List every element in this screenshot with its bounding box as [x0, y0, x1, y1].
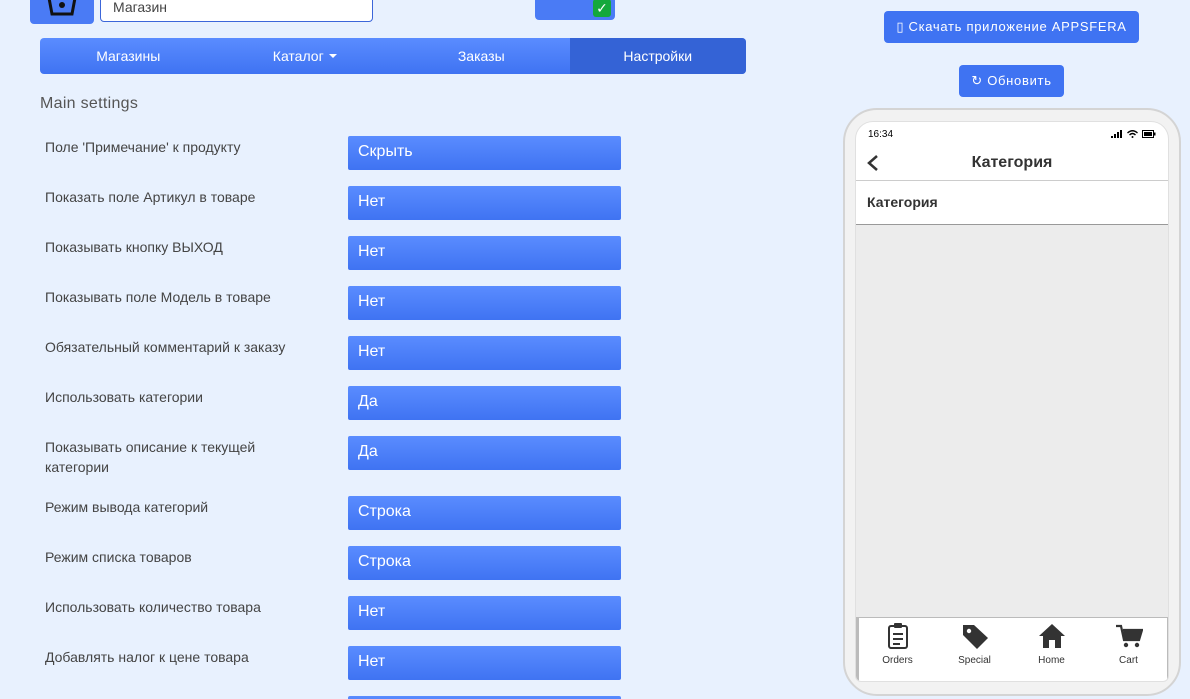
battery-icon	[1142, 130, 1156, 138]
setting-select[interactable]: Нет	[348, 286, 621, 320]
refresh-button[interactable]: ↻ Обновить	[959, 65, 1064, 97]
caret-down-icon	[328, 54, 337, 58]
setting-label: Показывать кнопку ВЫХОД	[45, 239, 223, 255]
settings-row: Показать поле Артикул в товаре Нет	[45, 186, 645, 236]
tab-orders[interactable]: Orders	[859, 618, 936, 681]
setting-label: Поле 'Примечание' к продукту	[45, 139, 241, 155]
main-nav: Магазины Каталог Заказы Настройки	[40, 38, 746, 74]
setting-select[interactable]: Да	[348, 386, 621, 420]
settings-row: Показывать поле Модель в товаре Нет	[45, 286, 645, 336]
settings-row: Поле 'Примечание' к продукту Скрыть	[45, 136, 645, 186]
store-name-input[interactable]	[100, 0, 373, 22]
tab-label: Special	[958, 655, 991, 666]
setting-select[interactable]: Нет	[348, 236, 621, 270]
nav-item-label: Заказы	[457, 48, 505, 64]
nav-item-label: Настройки	[623, 48, 693, 64]
download-app-button[interactable]: ▯ Скачать приложение APPSFERA	[884, 11, 1139, 43]
category-list-item[interactable]: Категория	[856, 180, 1168, 225]
settings-row: Обязательный комментарий к заказу Нет	[45, 336, 645, 386]
tab-special[interactable]: Special	[936, 618, 1013, 681]
basket-icon	[47, 0, 77, 16]
tab-cart[interactable]: Cart	[1090, 618, 1167, 681]
refresh-label: ↻ Обновить	[971, 73, 1052, 88]
setting-select[interactable]: Нет	[348, 596, 621, 630]
nav-item-settings[interactable]: Настройки	[569, 38, 746, 74]
settings-row: Использовать количество товара Нет	[45, 596, 645, 646]
setting-select[interactable]: Нет	[348, 186, 621, 220]
setting-label: Показывать поле Модель в товаре	[45, 289, 271, 305]
nav-item-label: Каталог	[272, 48, 324, 64]
setting-label: Обязательный комментарий к заказу	[45, 339, 286, 355]
settings-row: Режим списка товаров Строка	[45, 546, 645, 596]
category-label: Категория	[867, 194, 938, 210]
phone-preview: 16:34 Категория Категория Orders Special…	[843, 108, 1181, 696]
setting-select[interactable]: Нет	[348, 336, 621, 370]
section-title: Main settings	[40, 95, 139, 112]
setting-label: Использовать категории	[45, 389, 203, 405]
setting-label: Добавлять налог к цене товара	[45, 649, 249, 665]
setting-label: Режим списка товаров	[45, 549, 192, 565]
checkmark-icon: ✓	[593, 0, 611, 17]
setting-select[interactable]: Да	[348, 436, 621, 470]
back-chevron-icon[interactable]	[866, 155, 882, 171]
setting-select[interactable]: Нет	[348, 646, 621, 680]
nav-item-orders[interactable]: Заказы	[393, 38, 570, 74]
phone-screen: 16:34 Категория Категория Orders Special…	[855, 121, 1169, 682]
setting-select[interactable]: Скрыть	[348, 136, 621, 170]
setting-label: Использовать количество товара	[45, 599, 261, 615]
setting-select[interactable]: Строка	[348, 546, 621, 580]
store-active-toggle[interactable]: ✓	[535, 0, 615, 20]
setting-select[interactable]: Строка	[348, 496, 621, 530]
app-tabbar: Orders Special Home Cart	[856, 617, 1168, 681]
wifi-icon	[1127, 130, 1138, 138]
settings-row: Показывать кнопку ВЫХОД Нет	[45, 236, 645, 286]
setting-label: Режим вывода категорий	[45, 499, 209, 515]
home-icon	[1038, 624, 1065, 648]
app-header: Категория	[856, 146, 1168, 180]
tab-home[interactable]: Home	[1013, 618, 1090, 681]
setting-label: Показать поле Артикул в товаре	[45, 189, 256, 205]
setting-label: Показывать описание к текущей категории	[45, 439, 256, 475]
status-bar: 16:34	[856, 122, 1168, 146]
settings-list: Поле 'Примечание' к продукту Скрыть Пока…	[45, 136, 645, 699]
status-time: 16:34	[868, 129, 894, 140]
store-logo[interactable]	[30, 0, 94, 24]
tab-label: Home	[1038, 655, 1065, 666]
settings-row: Режим вывода категорий Строка	[45, 496, 645, 546]
tab-label: Cart	[1119, 655, 1138, 666]
nav-item-label: Магазины	[96, 48, 161, 64]
tab-label: Orders	[882, 655, 913, 666]
nav-item-catalog[interactable]: Каталог	[217, 38, 394, 74]
download-app-label: ▯ Скачать приложение APPSFERA	[896, 19, 1127, 34]
settings-row: Добавлять налог к цене товара Нет	[45, 646, 645, 696]
app-header-title: Категория	[971, 154, 1053, 171]
cart-icon	[1115, 624, 1143, 648]
nav-item-stores[interactable]: Магазины	[40, 38, 217, 74]
signal-icon	[1111, 130, 1122, 138]
tag-icon	[962, 625, 988, 649]
clipboard-icon	[887, 623, 908, 649]
settings-row: Показывать описание к текущей категории …	[45, 436, 645, 496]
settings-row: Использовать категории Да	[45, 386, 645, 436]
